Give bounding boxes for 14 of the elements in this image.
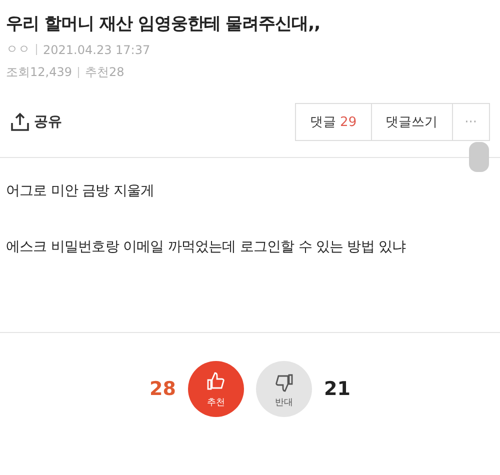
- view-count: 조회12,439: [6, 64, 72, 81]
- post-date: 2021.04.23 17:37: [43, 42, 150, 56]
- upvote-button[interactable]: 추천: [188, 361, 244, 417]
- vote-count: 28: [150, 378, 176, 400]
- recommend-count: 추천28: [85, 64, 124, 81]
- author-name: ㅇㅇ: [6, 41, 30, 58]
- share-icon: [10, 112, 30, 132]
- post-text: 에스크 비밀번호랑 이메일 까먹었는데 로그인할 수 있는 방법 있냐: [6, 238, 407, 256]
- post-title: 우리 할머니 재산 임영웅한테 물려주신대,,: [6, 13, 322, 35]
- scroll-handle[interactable]: [469, 142, 489, 172]
- downvote-button[interactable]: 반대: [256, 361, 312, 417]
- share-button[interactable]: 공유: [10, 112, 62, 132]
- vote-count: 21: [324, 378, 350, 400]
- post-text: 어그로 미안 금방 지울게: [6, 182, 156, 200]
